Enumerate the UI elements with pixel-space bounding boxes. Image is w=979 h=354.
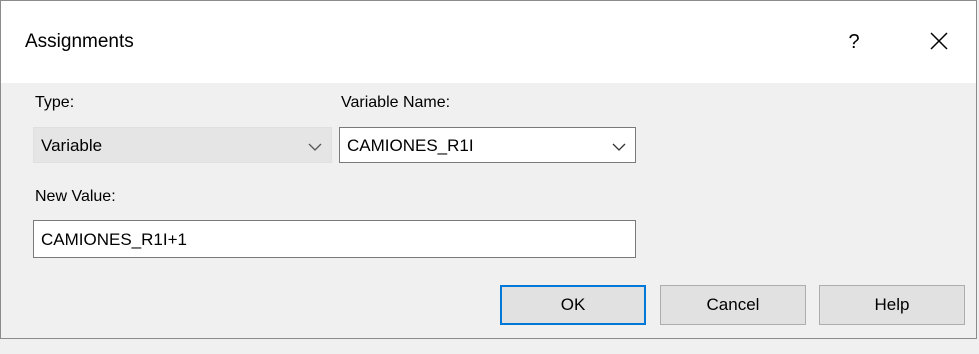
new-value-label: New Value: xyxy=(35,188,116,205)
variable-name-select-value: CAMIONES_R1I xyxy=(347,136,474,155)
dialog-title: Assignments xyxy=(25,31,134,52)
ok-button[interactable]: OK xyxy=(500,285,646,325)
question-icon: ? xyxy=(848,31,860,53)
new-value-input[interactable]: CAMIONES_R1I+1 xyxy=(33,220,636,258)
title-bar: Assignments ? xyxy=(1,1,976,83)
close-button[interactable] xyxy=(921,23,957,59)
chevron-down-icon xyxy=(612,143,626,151)
variable-name-select[interactable]: CAMIONES_R1I xyxy=(339,127,636,163)
type-label: Type: xyxy=(35,94,75,111)
variable-name-label: Variable Name: xyxy=(341,94,451,111)
type-select-value: Variable xyxy=(41,136,103,155)
type-select[interactable]: Variable xyxy=(33,127,332,163)
help-question-button[interactable]: ? xyxy=(839,25,869,59)
help-button[interactable]: Help xyxy=(819,285,965,325)
assignments-dialog: Assignments ? Type: Variable Name: Varia… xyxy=(0,0,977,339)
close-icon xyxy=(930,32,948,50)
chevron-down-icon xyxy=(308,143,322,151)
cancel-button[interactable]: Cancel xyxy=(660,285,806,325)
